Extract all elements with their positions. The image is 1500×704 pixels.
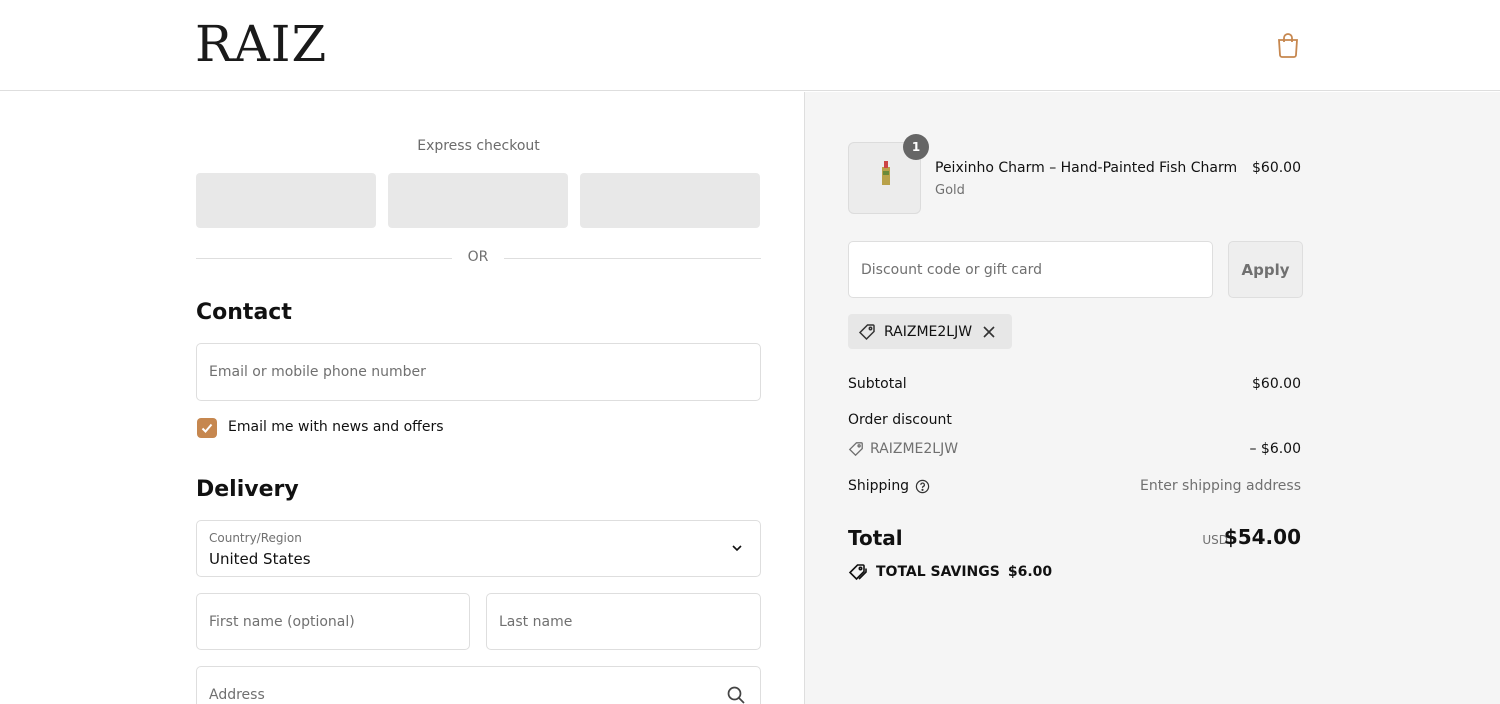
checkout-form: Express checkout OR Contact Email or mob… xyxy=(0,92,804,704)
shipping-help-button[interactable] xyxy=(915,479,930,494)
country-label: Country/Region xyxy=(209,531,302,545)
savings-tag-icon xyxy=(848,564,867,581)
brand-logo[interactable]: RAIZ xyxy=(195,14,327,74)
total-value: $54.00 xyxy=(1223,525,1301,549)
shipping-label: Shipping xyxy=(848,478,910,494)
applied-code-text: RAIZME2LJW xyxy=(884,323,973,340)
savings-value: $6.00 xyxy=(1007,564,1053,580)
product-name: Peixinho Charm – Hand-Painted Fish Charm xyxy=(935,160,1238,176)
header: RAIZ xyxy=(0,0,1500,91)
chevron-down-icon xyxy=(732,545,742,552)
address-placeholder: Address xyxy=(209,686,265,703)
discount-placeholder: Discount code or gift card xyxy=(861,261,1042,278)
divider-right xyxy=(504,258,761,259)
newsletter-label[interactable]: Email me with news and offers xyxy=(228,419,444,435)
order-discount-label: Order discount xyxy=(848,412,952,428)
product-price: $60.00 xyxy=(1252,160,1301,176)
shipping-value: Enter shipping address xyxy=(1140,478,1301,494)
express-pay-button-3[interactable] xyxy=(580,173,760,228)
help-circle-icon xyxy=(915,479,930,493)
discount-code-line: RAIZME2LJW xyxy=(848,441,958,457)
savings-label: TOTAL SAVINGS xyxy=(876,564,1000,580)
country-select[interactable]: Country/Region United States xyxy=(196,520,761,577)
total-label: Total xyxy=(848,526,903,550)
discount-input[interactable]: Discount code or gift card xyxy=(848,241,1213,298)
apply-button[interactable]: Apply xyxy=(1228,241,1303,298)
first-name-placeholder: First name (optional) xyxy=(209,613,355,630)
last-name-placeholder: Last name xyxy=(499,613,573,630)
first-name-field[interactable]: First name (optional) xyxy=(196,593,470,650)
total-savings: TOTAL SAVINGS $6.00 xyxy=(848,563,1052,581)
product-variant: Gold xyxy=(935,183,965,198)
email-field[interactable]: Email or mobile phone number xyxy=(196,343,761,401)
express-checkout-title: Express checkout xyxy=(417,138,540,154)
subtotal-label: Subtotal xyxy=(848,376,907,392)
discount-value: – $6.00 xyxy=(1249,441,1301,457)
cart-button[interactable] xyxy=(1274,30,1302,60)
close-icon xyxy=(983,325,995,338)
divider-left xyxy=(196,258,452,259)
search-icon xyxy=(727,686,745,704)
discount-code-text: RAIZME2LJW xyxy=(870,441,959,457)
applied-code-tag: RAIZME2LJW xyxy=(848,314,1012,349)
tag-icon xyxy=(848,442,863,457)
subtotal-value: $60.00 xyxy=(1252,376,1301,392)
order-summary: 1 Peixinho Charm – Hand-Painted Fish Cha… xyxy=(804,92,1500,704)
tag-icon xyxy=(858,323,875,340)
or-divider-label: OR xyxy=(467,249,489,265)
quantity-badge: 1 xyxy=(903,134,929,160)
express-pay-button-1[interactable] xyxy=(196,173,376,228)
address-field[interactable]: Address xyxy=(196,666,761,704)
express-pay-button-2[interactable] xyxy=(388,173,568,228)
delivery-title: Delivery xyxy=(196,477,299,502)
email-placeholder: Email or mobile phone number xyxy=(209,364,426,380)
checkmark-icon xyxy=(201,423,213,433)
remove-code-button[interactable] xyxy=(982,325,996,339)
country-value: United States xyxy=(209,550,311,568)
shopping-bag-icon xyxy=(1278,33,1298,58)
newsletter-checkbox[interactable] xyxy=(197,418,217,438)
last-name-field[interactable]: Last name xyxy=(486,593,761,650)
contact-title: Contact xyxy=(196,300,292,325)
shipping-row: Shipping xyxy=(848,478,930,494)
